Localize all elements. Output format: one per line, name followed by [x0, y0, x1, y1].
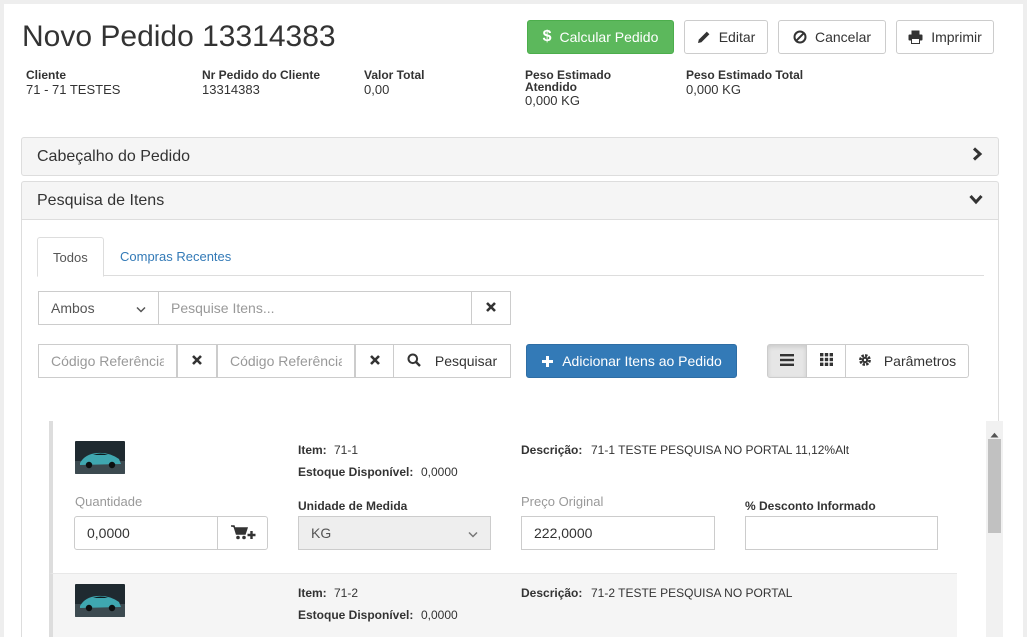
client-label: Cliente [26, 68, 67, 82]
plus-icon [541, 355, 554, 368]
weight-served-value: 0,000 KG [525, 93, 580, 108]
add-to-cart-button[interactable] [217, 516, 268, 550]
scope-selected-value: Ambos [51, 300, 95, 316]
grid-icon [819, 353, 833, 369]
order-number-value: 13314383 [202, 82, 260, 97]
cart-plus-icon [230, 524, 256, 543]
total-value: 0,00 [364, 82, 390, 97]
parameters-button[interactable]: Parâmetros [845, 344, 969, 378]
add-items-button[interactable]: Adicionar Itens ao Pedido [526, 344, 737, 378]
chevron-down-icon [468, 525, 478, 541]
weight-total-summary: Peso Estimado Total 0,000 KG [686, 68, 803, 97]
results-list: Item: 71-1 Estoque Disponível: 0,0000 De… [49, 421, 1003, 637]
original-price-label: Preço Original [521, 494, 604, 509]
total-summary: Valor Total 0,00 [364, 68, 424, 97]
gear-icon [858, 353, 872, 370]
pencil-icon [697, 30, 711, 44]
clear-items-search-button[interactable] [471, 291, 511, 325]
tab-recent-purchases[interactable]: Compras Recentes [105, 237, 246, 277]
item-search-body: Todos Compras Recentes Ambos Pesquise It… [21, 220, 1003, 637]
search-icon [407, 353, 421, 370]
chevron-down-icon [136, 300, 146, 316]
close-icon [191, 353, 203, 369]
chevron-right-icon [971, 147, 983, 166]
discount-label: % Desconto Informado [745, 499, 876, 513]
stock-label: Estoque Disponível: [298, 608, 414, 622]
item-code-label: Item: [298, 586, 327, 600]
clear-ref-code-1-button[interactable] [177, 344, 217, 378]
list-item: Item: 71-1 Estoque Disponível: 0,0000 De… [49, 421, 957, 573]
tab-all[interactable]: Todos [37, 237, 104, 277]
item-code-value: 71-1 [334, 443, 359, 457]
item-search-panel[interactable]: Pesquisa de Itens [21, 181, 999, 220]
ref-code-box-1 [38, 344, 177, 378]
calculate-order-button[interactable]: $ Calcular Pedido [527, 20, 674, 54]
scrollbar-thumb[interactable] [988, 439, 1001, 533]
weight-served-label-2: Atendido [525, 80, 577, 94]
description-label: Descrição: [521, 443, 583, 457]
quantity-label: Quantidade [75, 494, 143, 509]
items-search-input[interactable] [171, 300, 459, 316]
stock-label: Estoque Disponível: [298, 465, 414, 479]
stock-value: 0,0000 [421, 608, 458, 622]
item-search-panel-title: Pesquisa de Itens [37, 191, 165, 209]
unit-label: Unidade de Medida [298, 499, 408, 513]
list-view-toggle[interactable] [767, 344, 807, 378]
search-button[interactable]: Pesquisar [393, 344, 511, 378]
discount-input[interactable] [745, 516, 938, 550]
edit-button[interactable]: Editar [684, 20, 768, 54]
clear-ref-code-2-button[interactable] [355, 344, 395, 378]
client-value: 71 - 71 TESTES [26, 82, 121, 97]
chevron-down-icon [969, 192, 983, 210]
search-tabs: Todos Compras Recentes [37, 237, 984, 277]
description-value: 71-2 TESTE PESQUISA NO PORTAL [591, 586, 793, 600]
list-item: Item: 71-2 Estoque Disponível: 0,0000 De… [49, 573, 957, 637]
unit-select[interactable]: KG [298, 516, 491, 550]
order-header-panel-title: Cabeçalho do Pedido [37, 147, 191, 165]
ref-code-box-2 [217, 344, 355, 378]
cancel-button[interactable]: Cancelar [778, 20, 886, 54]
close-icon [485, 300, 497, 316]
dollar-icon: $ [542, 28, 552, 45]
item-thumbnail [75, 441, 125, 474]
print-button[interactable]: Imprimir [896, 20, 994, 54]
weight-total-value: 0,000 KG [686, 82, 741, 97]
weight-served-summary: Peso Estimado Atendido 0,000 KG [525, 68, 611, 108]
page-title: Novo Pedido 13314383 [22, 20, 336, 53]
stock-value: 0,0000 [421, 465, 458, 479]
order-page: Novo Pedido 13314383 $ Calcular Pedido E… [4, 4, 1023, 637]
description-label: Descrição: [521, 586, 583, 600]
grid-view-toggle[interactable] [806, 344, 846, 378]
scope-select[interactable]: Ambos [38, 291, 159, 325]
printer-icon [908, 30, 923, 44]
items-search-box [158, 291, 472, 325]
order-number-label: Nr Pedido do Cliente [202, 68, 321, 82]
item-code-value: 71-2 [334, 586, 359, 600]
client-summary: Cliente 71 - 71 TESTES [26, 68, 120, 97]
total-label: Valor Total [364, 68, 425, 82]
close-icon [369, 353, 381, 369]
description-value: 71-1 TESTE PESQUISA NO PORTAL 11,12%Alt [591, 443, 850, 457]
quantity-input[interactable]: 0,0000 [74, 516, 218, 550]
ref-code-input-1[interactable] [51, 353, 164, 369]
list-icon [780, 353, 794, 369]
order-header-panel[interactable]: Cabeçalho do Pedido [21, 137, 999, 176]
weight-total-label: Peso Estimado Total [686, 68, 804, 82]
ban-icon [793, 30, 807, 44]
item-thumbnail [75, 584, 125, 617]
item-code-label: Item: [298, 443, 327, 457]
original-price-field[interactable]: 222,0000 [521, 516, 715, 550]
order-number-summary: Nr Pedido do Cliente 13314383 [202, 68, 320, 97]
ref-code-input-2[interactable] [230, 353, 342, 369]
results-scrollbar[interactable] [986, 421, 1003, 637]
